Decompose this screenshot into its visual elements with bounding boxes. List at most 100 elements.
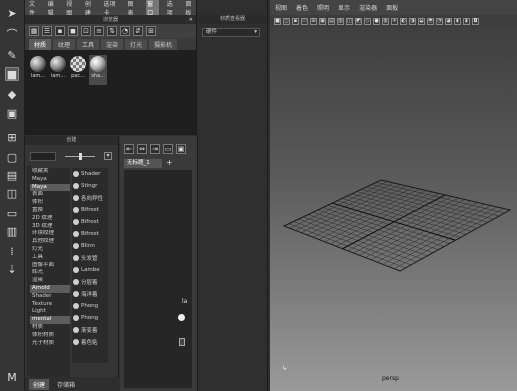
gate-mask-icon[interactable]: ▥ xyxy=(337,17,344,25)
lights-icon[interactable]: ☀ xyxy=(391,17,398,25)
add-tab-button[interactable]: + xyxy=(166,158,173,167)
tab-utilities[interactable]: 工具 xyxy=(77,39,100,50)
image-plane-icon[interactable]: ▭ xyxy=(301,17,308,25)
list-item[interactable]: 灯光 xyxy=(30,246,70,254)
close-icon[interactable]: ✕ xyxy=(189,17,193,23)
slider-handle[interactable] xyxy=(79,153,82,160)
menu-renderer[interactable]: 渲染器 xyxy=(359,3,377,12)
swatch-lambert2[interactable]: lam... xyxy=(49,55,67,85)
port-dot-icon[interactable] xyxy=(178,314,185,321)
sort-type-icon[interactable]: ⇅ xyxy=(107,26,117,36)
exposure-icon[interactable]: ◖ xyxy=(454,17,461,25)
camera-attr-icon[interactable]: ◻ xyxy=(283,17,290,25)
film-gate-icon[interactable]: ▣ xyxy=(319,17,326,25)
xray-joints-icon[interactable]: ◕ xyxy=(445,17,452,25)
camera-icon[interactable]: ■ xyxy=(274,17,281,25)
list-item[interactable]: 辉光 xyxy=(30,269,70,277)
list-item[interactable]: Bifrost xyxy=(72,204,108,216)
list-item[interactable]: 各向异性 xyxy=(72,192,108,204)
list-item[interactable]: Arnold xyxy=(30,284,70,293)
list-item[interactable]: 头发管 xyxy=(72,252,108,264)
menu-shading[interactable]: 着色 xyxy=(296,3,308,12)
list-item[interactable]: 光子材质 xyxy=(30,340,70,348)
list-item[interactable]: Lambe xyxy=(72,264,108,276)
graph-layout-icon[interactable]: ⁞ xyxy=(5,244,19,258)
tab-textures[interactable]: 纹理 xyxy=(53,39,76,50)
list-item[interactable]: Bifrost xyxy=(72,228,108,240)
node-graph-canvas[interactable]: la xyxy=(124,170,192,388)
bookmark-icon[interactable]: ▪ xyxy=(292,17,299,25)
move-tool-icon[interactable]: ■ xyxy=(5,67,19,81)
menu-show[interactable]: 显示 xyxy=(338,3,350,12)
list-item[interactable]: Texture xyxy=(30,301,70,309)
isolate-icon[interactable]: ◓ xyxy=(427,17,434,25)
list-item[interactable]: 海洋着 xyxy=(72,288,108,300)
medium-icons-icon[interactable]: ◼ xyxy=(68,26,78,36)
list-item[interactable]: Shader xyxy=(30,293,70,301)
clear-graph-icon[interactable]: ▭ xyxy=(163,144,173,154)
menu-view[interactable]: 视图 xyxy=(275,3,287,12)
color-mgmt-icon[interactable]: ◘ xyxy=(472,17,479,25)
list-item[interactable]: 着色贴 xyxy=(72,336,108,348)
list-item[interactable]: mental xyxy=(30,316,70,324)
swatch-shader[interactable]: sha... xyxy=(89,55,107,85)
list-item[interactable]: 其他纹理 xyxy=(30,238,70,246)
list-item[interactable]: Blinn xyxy=(72,240,108,252)
list-item[interactable]: 置换 xyxy=(30,207,70,215)
list-item[interactable]: Maya xyxy=(30,183,70,192)
four-pane-icon[interactable]: ▤ xyxy=(5,168,19,182)
safe-action-icon[interactable]: ◩ xyxy=(355,17,362,25)
expand-icon[interactable]: ⇣ xyxy=(5,262,19,276)
ao-icon[interactable]: ◑ xyxy=(409,17,416,25)
viewport[interactable]: 视图 着色 照明 显示 渲染器 面板 ■ ◻ ▪ ▭ ⊞ ▣ ▤ ▥ ◫ ◩ ◇… xyxy=(270,0,517,391)
lasso-tool-icon[interactable]: ⌒ xyxy=(5,27,19,41)
list-item[interactable]: Maya xyxy=(30,176,70,184)
shadows-icon[interactable]: ◐ xyxy=(400,17,407,25)
list-item[interactable]: 收藏夹 xyxy=(30,168,70,176)
rotate-tool-icon[interactable]: ◆ xyxy=(5,87,19,101)
create-options-icon[interactable]: ▾ xyxy=(104,152,112,160)
grid-icon[interactable]: ⊞ xyxy=(310,17,317,25)
list-item[interactable]: Shader xyxy=(72,168,108,180)
sort-time-icon[interactable]: ◔ xyxy=(120,26,130,36)
tab-materials[interactable]: 材质 xyxy=(29,39,52,50)
side-by-side-icon[interactable]: ◫ xyxy=(5,186,19,200)
list-item[interactable]: 工具 xyxy=(30,254,70,262)
resolution-gate-icon[interactable]: ▤ xyxy=(328,17,335,25)
list-item[interactable]: 渲染 xyxy=(30,277,70,285)
swatch-particle[interactable]: pac... xyxy=(69,55,87,85)
node-handle[interactable] xyxy=(179,338,185,346)
last-tool-icon[interactable]: ⊞ xyxy=(5,130,19,144)
select-tool-icon[interactable]: ➤ xyxy=(5,6,19,20)
list-item[interactable]: 图像平面 xyxy=(30,262,70,270)
list-view-icon[interactable]: ☰ xyxy=(42,26,52,36)
graph-input-icon[interactable]: ⇤ xyxy=(124,144,134,154)
wireframe-icon[interactable]: ◇ xyxy=(364,17,371,25)
outliner-layout-icon[interactable]: ▥ xyxy=(5,224,19,238)
graph-io-icon[interactable]: ⇔ xyxy=(137,144,147,154)
tab-bins[interactable]: 存储箱 xyxy=(53,379,79,390)
graph-output-icon[interactable]: ⇥ xyxy=(150,144,160,154)
single-pane-icon[interactable]: ▢ xyxy=(5,150,19,164)
list-item[interactable]: Stingr xyxy=(72,180,108,192)
tab-lights[interactable]: 灯光 xyxy=(125,39,148,50)
list-item[interactable]: 表面 xyxy=(30,191,70,199)
tab-create[interactable]: 创建 xyxy=(29,378,50,390)
list-item[interactable]: Bifrost xyxy=(72,216,108,228)
list-item[interactable]: 环境纹理 xyxy=(30,230,70,238)
grid-icon[interactable]: ⊞ xyxy=(146,26,156,36)
list-item[interactable]: 体积材质 xyxy=(30,332,70,340)
large-icons-icon[interactable]: ⊡ xyxy=(81,26,91,36)
create-search-input[interactable] xyxy=(30,152,56,161)
swatch-lambert1[interactable]: lam... xyxy=(29,55,47,85)
list-item[interactable]: Phong xyxy=(72,312,108,324)
menu-lighting[interactable]: 照明 xyxy=(317,3,329,12)
list-item[interactable]: 3D 纹理 xyxy=(30,223,70,231)
paint-select-icon[interactable]: ✎ xyxy=(5,48,19,62)
layout-icon[interactable]: ▭ xyxy=(5,206,19,220)
renderer-dropdown[interactable]: 硬件 ▾ xyxy=(202,28,260,37)
list-item[interactable]: 体积 xyxy=(30,199,70,207)
menu-panels[interactable]: 面板 xyxy=(386,3,398,12)
tab-cameras[interactable]: 摄影机 xyxy=(149,39,178,50)
list-item[interactable]: 2D 纹理 xyxy=(30,215,70,223)
